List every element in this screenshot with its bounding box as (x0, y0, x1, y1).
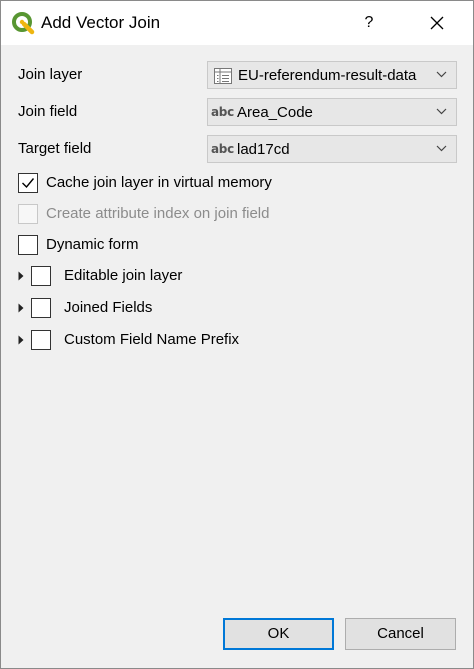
join-field-value: Area_Code (237, 104, 313, 121)
join-layer-combo[interactable]: EU-referendum-result-data (207, 61, 457, 89)
join-field-combo[interactable]: abc Area_Code (207, 98, 457, 126)
help-button[interactable]: ? (353, 7, 385, 39)
joined-fields-checkbox[interactable] (31, 298, 51, 318)
chevron-down-icon (436, 71, 447, 78)
expand-arrow-icon[interactable] (18, 271, 24, 281)
target-field-label: Target field (18, 140, 92, 157)
title-bar: Add Vector Join ? (1, 1, 473, 45)
ok-button[interactable]: OK (223, 618, 334, 650)
target-field-value: lad17cd (237, 141, 290, 158)
close-icon (430, 16, 444, 30)
join-layer-label: Join layer (18, 66, 83, 83)
string-type-icon: abc (211, 142, 234, 156)
dynamic-form-label: Dynamic form (46, 236, 139, 253)
close-button[interactable] (419, 7, 455, 39)
custom-prefix-checkbox[interactable] (31, 330, 51, 350)
join-layer-value: EU-referendum-result-data (238, 67, 417, 84)
table-layer-icon (214, 68, 232, 84)
checkmark-icon (22, 178, 35, 189)
chevron-down-icon (436, 145, 447, 152)
expand-arrow-icon[interactable] (18, 303, 24, 313)
expand-arrow-icon[interactable] (18, 335, 24, 345)
string-type-icon: abc (211, 105, 234, 119)
editable-join-layer-label: Editable join layer (64, 267, 183, 284)
checkbox-box[interactable] (18, 173, 38, 193)
checkbox-box[interactable] (18, 235, 38, 255)
cancel-button[interactable]: Cancel (345, 618, 456, 650)
qgis-logo-icon (12, 12, 35, 35)
attribute-index-label: Create attribute index on join field (46, 205, 270, 222)
add-vector-join-dialog: Add Vector Join ? Join layer EU-referend… (0, 0, 474, 669)
chevron-down-icon (436, 108, 447, 115)
cache-join-layer-label: Cache join layer in virtual memory (46, 174, 272, 191)
window-title: Add Vector Join (41, 13, 161, 32)
checkbox-box (18, 204, 38, 224)
join-field-label: Join field (18, 103, 78, 120)
custom-prefix-label: Custom Field Name Prefix (64, 331, 240, 348)
editable-join-layer-checkbox[interactable] (31, 266, 51, 286)
joined-fields-label: Joined Fields (64, 299, 153, 316)
target-field-combo[interactable]: abc lad17cd (207, 135, 457, 163)
